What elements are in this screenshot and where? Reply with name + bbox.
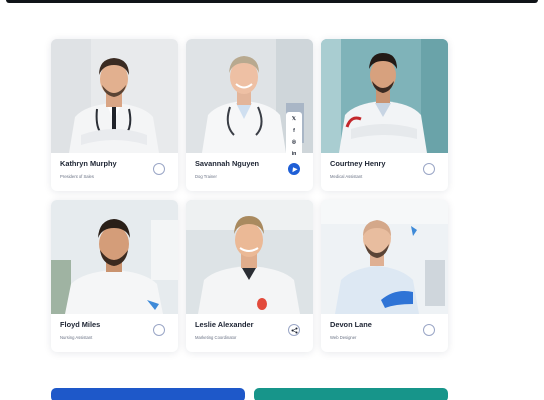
share-button[interactable]: [423, 163, 435, 175]
share-button[interactable]: [288, 163, 300, 175]
team-card[interactable]: Leslie Alexander Marketing Coordinator: [186, 200, 313, 352]
social-links: 𝕏 f ◎ in: [286, 112, 302, 162]
share-button[interactable]: [153, 324, 165, 336]
member-name: Floyd Miles: [60, 320, 101, 329]
member-photo: [321, 39, 448, 153]
share-button[interactable]: [288, 324, 300, 336]
linkedin-icon[interactable]: in: [292, 151, 297, 157]
member-name: Leslie Alexander: [195, 320, 254, 329]
member-role: Dog Trainer: [195, 174, 217, 179]
facebook-icon[interactable]: f: [293, 128, 295, 134]
member-photo: [186, 200, 313, 314]
member-name: Devon Lane: [330, 320, 372, 329]
member-role: Nursing Assistant: [60, 335, 93, 340]
member-role: Medical Assistant: [330, 174, 363, 179]
team-card[interactable]: Devon Lane Web Designer: [321, 200, 448, 352]
top-nav-bar: [6, 0, 538, 3]
member-photo: [321, 200, 448, 314]
member-name: Savannah Nguyen: [195, 159, 260, 168]
member-name: Kathryn Murphy: [60, 159, 117, 168]
member-role: Web Designer: [330, 335, 357, 340]
team-card[interactable]: Courtney Henry Medical Assistant: [321, 39, 448, 191]
send-icon: [290, 165, 298, 173]
member-role: President of Sales: [60, 174, 94, 179]
secondary-button[interactable]: [254, 388, 448, 400]
team-card[interactable]: 𝕏 f ◎ in Savannah Nguyen Dog Trainer: [186, 39, 313, 191]
team-card[interactable]: Floyd Miles Nursing Assistant: [51, 200, 178, 352]
share-button[interactable]: [423, 324, 435, 336]
x-icon[interactable]: 𝕏: [292, 116, 296, 122]
member-photo: [51, 39, 178, 153]
team-card[interactable]: Kathryn Murphy President of Sales: [51, 39, 178, 191]
team-grid: Kathryn Murphy President of Sales 𝕏 f ◎ …: [51, 39, 448, 353]
member-role: Marketing Coordinator: [195, 335, 237, 340]
instagram-icon[interactable]: ◎: [292, 139, 297, 145]
share-icon: [291, 327, 297, 333]
member-photo: [51, 200, 178, 314]
primary-button[interactable]: [51, 388, 245, 400]
member-name: Courtney Henry: [330, 159, 386, 168]
share-button[interactable]: [153, 163, 165, 175]
